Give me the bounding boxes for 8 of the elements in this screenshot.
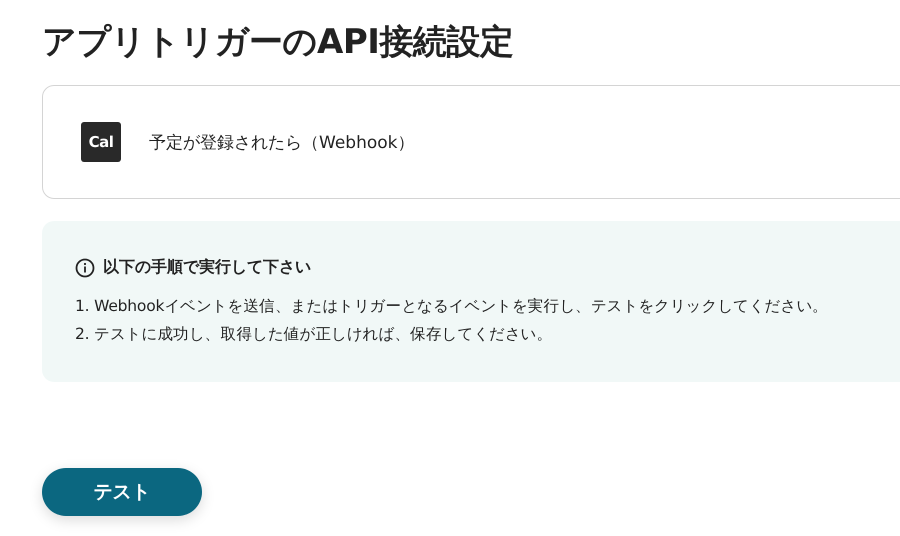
info-icon xyxy=(75,258,95,278)
app-logo: Cal xyxy=(81,122,121,162)
instruction-step: 1. Webhookイベントを送信、またはトリガーとなるイベントを実行し、テストをクリックしてください。 xyxy=(75,292,900,320)
trigger-label: 予定が登録されたら（Webhook） xyxy=(149,132,414,154)
page-title: アプリトリガーのAPI接続設定 xyxy=(42,21,514,64)
instructions-heading: 以下の手順で実行して下さい xyxy=(103,257,311,278)
instruction-step: 2. テストに成功し、取得した値が正しければ、保存してください。 xyxy=(75,320,900,348)
test-button[interactable]: テスト xyxy=(42,468,202,516)
